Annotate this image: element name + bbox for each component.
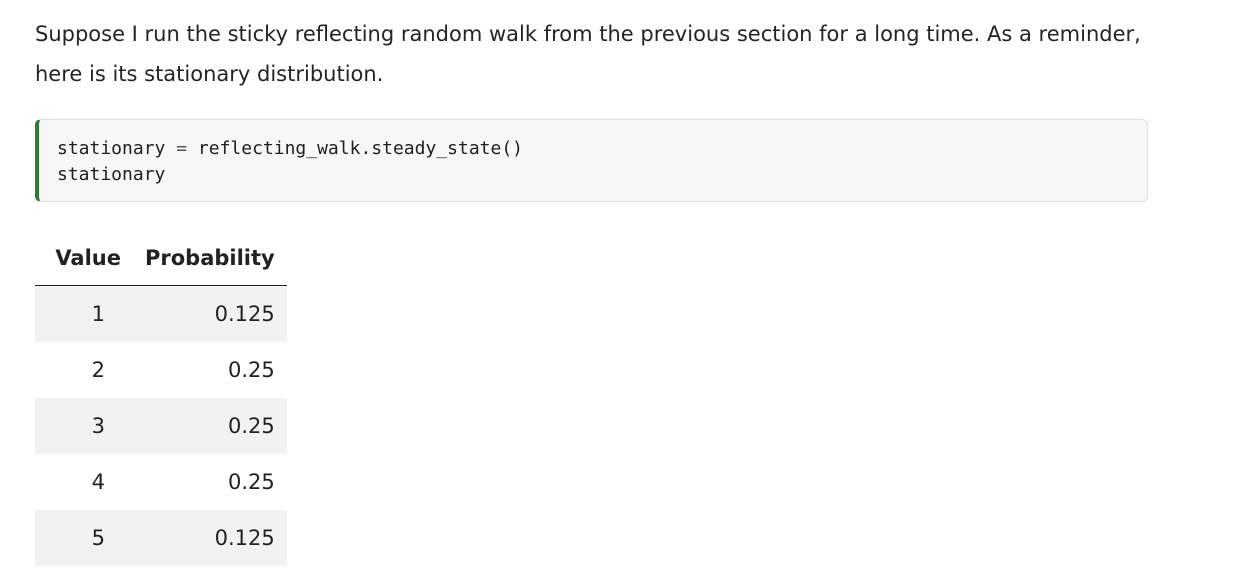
cell-value: 5	[35, 510, 133, 566]
cell-value: 4	[91, 470, 105, 494]
code-expression: reflecting_walk.steady_state()	[197, 138, 523, 159]
table-row: 3 0.25	[35, 398, 287, 454]
intro-paragraph: Suppose I run the sticky reflecting rand…	[35, 22, 1141, 86]
cell-value: 2	[91, 358, 105, 382]
code-operator: =	[165, 138, 198, 159]
cell-probability: 0.125	[133, 510, 287, 566]
cell-value: 1	[35, 285, 133, 342]
cell-probability: 0.25	[227, 358, 275, 382]
cell-probability: 0.25	[133, 398, 287, 454]
column-header-value: Value	[35, 230, 133, 286]
distribution-table: Value Probability 1 0.125 2 0.25 3 0.25 …	[35, 230, 287, 566]
code-line-2: stationary	[57, 162, 165, 188]
table-header-row: Value Probability	[35, 230, 287, 286]
cell-probability: 0.125	[133, 285, 287, 342]
code-line-1: stationary = reflecting_walk.steady_stat…	[57, 136, 523, 162]
column-header-probability: Probability	[133, 230, 287, 286]
cell-probability: 0.25	[227, 470, 275, 494]
table-row: 2 0.25	[35, 342, 287, 398]
table-row: 1 0.125	[35, 285, 287, 342]
table-row: 4 0.25	[35, 454, 287, 510]
table-row: 5 0.125	[35, 510, 287, 566]
code-variable: stationary	[57, 138, 166, 159]
code-variable: stationary	[57, 164, 166, 185]
cell-value: 3	[35, 398, 133, 454]
code-cell[interactable]: stationary = reflecting_walk.steady_stat…	[35, 119, 1148, 202]
